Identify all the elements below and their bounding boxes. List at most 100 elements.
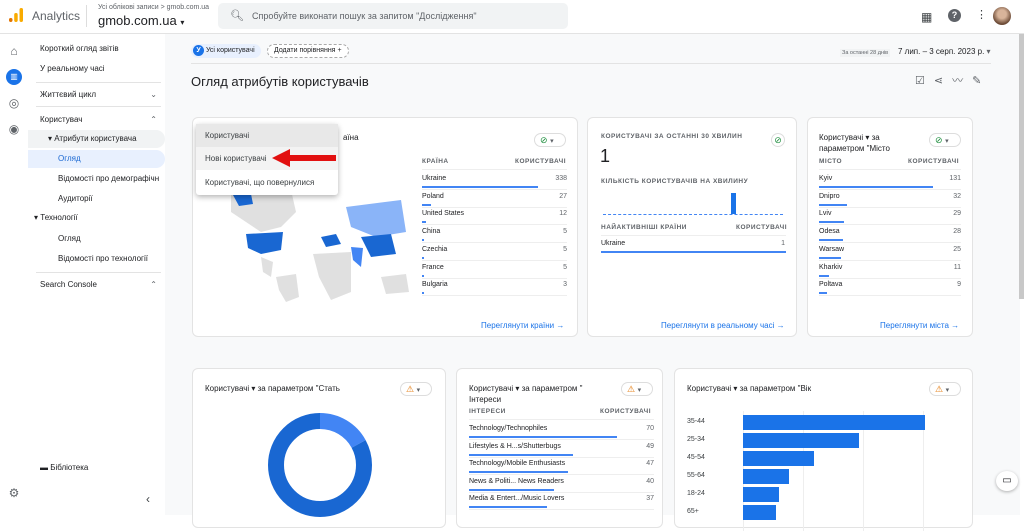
- check-circle-icon: ⊘: [540, 135, 548, 145]
- table-row-value: 9: [957, 281, 961, 289]
- table-row-label: Lifestyles & H...s/Shutterbugs: [469, 442, 561, 450]
- view-cities-link[interactable]: Переглянути міста →: [880, 321, 959, 330]
- column-header-users: КОРИСТУВАЧІ: [736, 224, 788, 231]
- sidebar-item-tech[interactable]: ▾ Технології: [34, 213, 78, 222]
- customize-report-icon[interactable]: ☑: [915, 75, 934, 87]
- divider: [36, 82, 161, 83]
- segment-chip[interactable]: У Усі користувачі: [191, 44, 261, 58]
- settings-gear-icon[interactable]: ⚙: [6, 486, 22, 502]
- divider: [86, 5, 87, 27]
- warning-status-button[interactable]: ⚠ ▾: [621, 382, 653, 396]
- column-header-interests: ІНТЕРЕСИ: [469, 408, 506, 415]
- table-row-label: Czechia: [422, 245, 448, 253]
- sidebar-item-user-attributes[interactable]: ▾ Атрибути користувача: [28, 130, 165, 148]
- sidebar-item-realtime[interactable]: У реальному часі: [40, 64, 105, 73]
- top-bar: Analytics Усі облікові записи > gmob.com…: [0, 0, 1024, 34]
- brand-name: Analytics: [32, 9, 81, 23]
- table-row-bar: [819, 186, 933, 188]
- sidebar-item-library[interactable]: ▬ Бібліотека: [40, 463, 88, 472]
- age-bar: [743, 451, 814, 466]
- age-label: 35-44: [687, 418, 705, 425]
- warning-status-button[interactable]: ⚠ ▾: [400, 382, 432, 396]
- age-label: 25-34: [687, 436, 705, 443]
- apps-grid-icon[interactable]: ▦: [921, 10, 932, 24]
- per-minute-title: КІЛЬКІСТЬ КОРИСТУВАЧІВ НА ХВИЛИНУ: [601, 178, 749, 185]
- divider: [422, 277, 567, 279]
- search-placeholder: Спробуйте виконати пошук за запитом "Дос…: [252, 11, 477, 21]
- sidebar-item-tech-details[interactable]: Відомості про технології: [58, 254, 148, 263]
- advertising-icon[interactable]: ◉: [6, 122, 22, 138]
- search-input[interactable]: 🔍︎ Спробуйте виконати пошук за запитом "Д…: [218, 3, 568, 29]
- chevron-up-icon[interactable]: ⌃: [150, 280, 157, 289]
- sidebar-item-search-console[interactable]: Search Console: [40, 280, 97, 289]
- divider: [819, 277, 961, 279]
- caret-down-icon: ▾: [986, 47, 991, 56]
- check-circle-icon[interactable]: ⊘: [771, 133, 785, 147]
- table-row-value: 338: [555, 175, 567, 182]
- collapse-chevron-icon[interactable]: ‹: [146, 492, 150, 506]
- age-label: 45-54: [687, 454, 705, 461]
- divider: [601, 235, 786, 236]
- compare-status-button[interactable]: ⊘ ▾: [534, 133, 566, 147]
- table-row-bar: [819, 274, 829, 277]
- menu-item-returning-users[interactable]: Користувачі, що повернулися: [196, 171, 338, 194]
- insights-icon[interactable]: 〰: [952, 75, 972, 87]
- share-icon[interactable]: ⋖: [934, 75, 952, 87]
- sidebar-item-demographics[interactable]: Відомості про демографічн: [58, 174, 159, 183]
- explore-icon[interactable]: ◎: [6, 96, 22, 112]
- sidebar-item-lifecycle[interactable]: Життєвий цикл: [40, 90, 96, 99]
- help-icon[interactable]: ?: [948, 9, 961, 22]
- age-bar: [743, 469, 789, 484]
- scrollbar[interactable]: [1019, 34, 1024, 299]
- card-title[interactable]: Користувачі ▾ за параметром "Місто: [819, 132, 919, 154]
- age-bar: [743, 487, 780, 502]
- breadcrumb[interactable]: Усі облікові записи > gmob.com.ua: [98, 4, 209, 11]
- view-realtime-link[interactable]: Переглянути в реальному часі →: [661, 321, 785, 330]
- table-row-value: 27: [559, 192, 567, 200]
- sidebar-item-overview[interactable]: Огляд: [28, 150, 165, 168]
- divider: [422, 242, 567, 244]
- property-selector[interactable]: gmob.com.ua ▾: [98, 13, 184, 28]
- add-comparison-button[interactable]: Додати порівняння +: [267, 44, 349, 58]
- edit-pencil-icon[interactable]: ✎: [972, 75, 990, 87]
- view-countries-link[interactable]: Переглянути країни →: [481, 321, 564, 330]
- home-icon[interactable]: ⌂: [6, 44, 22, 60]
- chevron-down-icon[interactable]: ⌄: [150, 90, 157, 99]
- segment-label: Усі користувачі: [205, 47, 255, 54]
- sidebar-item-reports-snapshot[interactable]: Короткий огляд звітів: [40, 44, 119, 53]
- sidebar-item-user[interactable]: Користувач: [40, 115, 82, 124]
- red-arrow-annotation: [272, 149, 336, 167]
- divider: [422, 295, 567, 297]
- feedback-icon[interactable]: ▭: [996, 471, 1018, 491]
- warning-status-button[interactable]: ⚠ ▾: [929, 382, 961, 396]
- more-vert-icon[interactable]: ⋮: [976, 8, 987, 21]
- date-range-picker[interactable]: 7 лип. – 3 серп. 2023 р. ▾: [898, 47, 991, 56]
- avatar[interactable]: [993, 7, 1011, 25]
- divider: [191, 63, 991, 64]
- divider: [819, 295, 961, 297]
- warning-icon: ⚠: [406, 384, 415, 394]
- menu-item-users[interactable]: Користувачі: [196, 124, 338, 147]
- date-hint: За останні 28 днів: [840, 49, 891, 57]
- card-title[interactable]: Користувачі ▾ за параметром " Інтереси: [469, 383, 609, 405]
- divider: [819, 206, 961, 208]
- arrow-right-icon: →: [776, 321, 785, 330]
- table-row-bar: [819, 239, 844, 242]
- sidebar-item-audiences[interactable]: Аудиторії: [58, 194, 93, 203]
- interests-card: Користувачі ▾ за параметром " Інтереси ⚠…: [456, 368, 663, 528]
- compare-status-button[interactable]: ⊘ ▾: [929, 133, 961, 147]
- sidebar-item-tech-overview[interactable]: Огляд: [58, 234, 81, 243]
- age-bar: [743, 433, 860, 448]
- sidebar-item-label: Атрибути користувача: [54, 134, 137, 143]
- world-map: [231, 190, 409, 302]
- property-name: gmob.com.ua: [98, 13, 177, 28]
- age-label: 18-24: [687, 490, 705, 497]
- divider: [469, 439, 654, 440]
- column-header-city: МІСТО: [819, 158, 843, 165]
- reports-icon[interactable]: ▥: [6, 69, 22, 85]
- chevron-up-icon[interactable]: ⌃: [150, 115, 157, 124]
- card-title[interactable]: Користувачі ▾ за параметром "Вік: [687, 383, 811, 394]
- table-row-value: 32: [953, 192, 961, 200]
- card-title[interactable]: Користувачі ▾ за параметром "Стать: [205, 383, 340, 394]
- date-range: 7 лип. – 3 серп. 2023 р.: [898, 47, 985, 56]
